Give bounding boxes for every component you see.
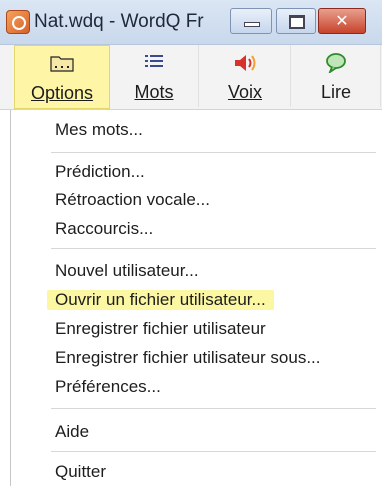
menu-item-enregistrer-fichier-utilisateur[interactable]: Enregistrer fichier utilisateur: [55, 319, 266, 339]
lire-button[interactable]: Lire: [292, 45, 381, 107]
options-label: Options: [30, 83, 94, 103]
mots-label: Mots: [134, 82, 174, 102]
menu-item-prediction[interactable]: Prédiction...: [55, 162, 145, 182]
menu-separator: [51, 451, 376, 452]
menu-separator: [51, 248, 376, 249]
voix-label: Voix: [227, 82, 263, 102]
options-button[interactable]: Options: [14, 45, 110, 109]
list-icon: [143, 53, 165, 76]
speaker-icon: [233, 53, 257, 78]
menu-separator: [51, 408, 376, 409]
window-title: Nat.wdq - WordQ Fr: [34, 11, 204, 32]
app-icon: [6, 10, 30, 34]
menu-separator: [51, 152, 376, 153]
menu-item-mes-mots[interactable]: Mes mots...: [55, 120, 143, 140]
menu-item-preferences[interactable]: Préférences...: [55, 377, 161, 397]
options-menu: Mes mots... Prédiction... Rétroaction vo…: [10, 110, 382, 486]
menu-item-nouvel-utilisateur[interactable]: Nouvel utilisateur...: [55, 261, 199, 281]
voix-button[interactable]: Voix: [200, 45, 291, 107]
menu-item-ouvrir-fichier-utilisateur[interactable]: Ouvrir un fichier utilisateur...: [47, 290, 274, 310]
menu-item-enregistrer-fichier-utilisateur-sous[interactable]: Enregistrer fichier utilisateur sous...: [55, 348, 321, 368]
menu-item-retroaction-vocale[interactable]: Rétroaction vocale...: [55, 190, 210, 210]
toolbar: Options Mots Voix Lire: [0, 45, 382, 110]
close-button[interactable]: [318, 8, 366, 34]
folder-icon: [50, 54, 74, 77]
minimize-button[interactable]: [230, 8, 272, 34]
maximize-button[interactable]: [276, 8, 316, 34]
menu-item-raccourcis[interactable]: Raccourcis...: [55, 219, 153, 239]
mots-button[interactable]: Mots: [110, 45, 199, 107]
menu-item-quitter[interactable]: Quitter: [55, 462, 106, 482]
speech-bubble-icon: [325, 53, 347, 78]
title-bar: Nat.wdq - WordQ Fr: [0, 0, 382, 45]
lire-label: Lire: [320, 82, 351, 102]
menu-item-aide[interactable]: Aide: [55, 422, 89, 442]
